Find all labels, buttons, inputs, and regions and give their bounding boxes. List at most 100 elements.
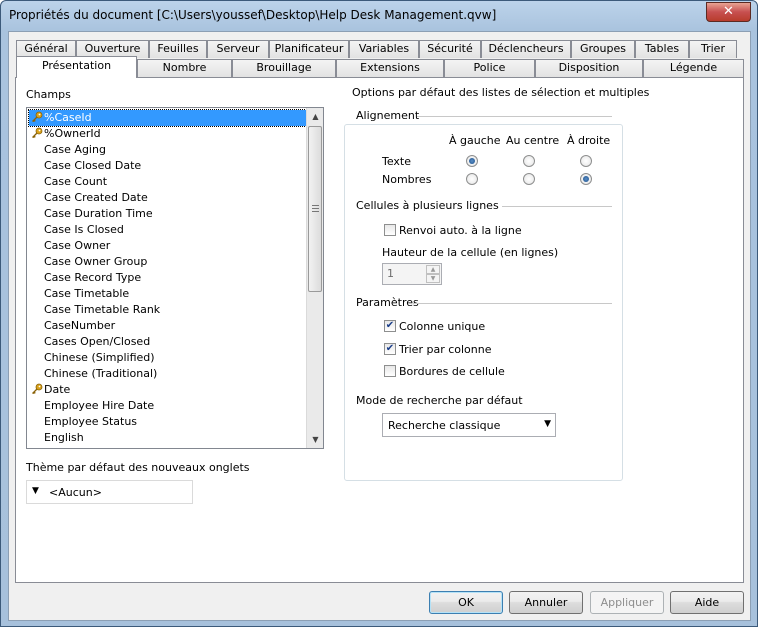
field-list-item[interactable]: Case Record Type: [29, 270, 308, 286]
tab-nombre[interactable]: Nombre: [137, 59, 232, 77]
field-list-item[interactable]: English: [29, 430, 308, 446]
field-name: Case Count: [44, 175, 108, 188]
field-name: Case Record Type: [44, 271, 142, 284]
help-button[interactable]: Aide: [670, 591, 744, 614]
field-list-item[interactable]: %OwnerId: [29, 126, 308, 142]
tab-planificateur[interactable]: Planificateur: [269, 40, 349, 58]
tab-legende[interactable]: Légende: [643, 59, 744, 77]
field-list-item[interactable]: Case Aging: [29, 142, 308, 158]
apply-button[interactable]: Appliquer: [590, 591, 664, 614]
scroll-up-icon[interactable]: ▲: [307, 108, 323, 125]
cancel-button[interactable]: Annuler: [509, 591, 583, 614]
tab-variables[interactable]: Variables: [349, 40, 419, 58]
field-list-item[interactable]: Date: [29, 382, 308, 398]
field-name: Case Duration Time: [44, 207, 153, 220]
single-column-checkbox[interactable]: ✔: [384, 320, 396, 332]
field-name: Employee Status: [44, 415, 138, 428]
close-button[interactable]: ✕: [706, 2, 751, 22]
fields-listbox[interactable]: %CaseId %OwnerId Case Aging Case Closed Dat…: [26, 107, 324, 449]
numbers-align-center-radio[interactable]: [523, 173, 535, 185]
tab-groupes[interactable]: Groupes: [571, 40, 635, 58]
text-align-left-radio[interactable]: [466, 155, 478, 167]
sort-by-column-label[interactable]: Trier par colonne: [399, 343, 492, 356]
field-list-item[interactable]: Case Owner Group: [29, 254, 308, 270]
search-mode-select[interactable]: Recherche classique ▼: [382, 413, 556, 437]
field-list-item[interactable]: French: [29, 446, 308, 448]
fields-label: Champs: [26, 88, 71, 101]
grip-icon: [312, 205, 319, 212]
tab-feuilles[interactable]: Feuilles: [149, 40, 207, 58]
cell-height-value: 1: [387, 267, 394, 280]
key-icon: [32, 383, 43, 395]
text-row-label: Texte: [382, 155, 412, 168]
field-list-item[interactable]: Case Timetable Rank: [29, 302, 308, 318]
field-name: English: [44, 431, 84, 444]
field-list-item[interactable]: %CaseId: [28, 109, 309, 127]
multiline-divider: [502, 206, 612, 207]
text-align-center-radio[interactable]: [523, 155, 535, 167]
sort-by-column-checkbox[interactable]: ✔: [384, 343, 396, 355]
cell-height-label: Hauteur de la cellule (en lignes): [382, 246, 559, 259]
numbers-align-right-radio[interactable]: [580, 173, 592, 185]
alignment-title: Alignement: [356, 109, 420, 122]
scroll-down-icon[interactable]: ▼: [307, 431, 323, 448]
key-icon: [32, 127, 43, 139]
field-name: Employee Hire Date: [44, 399, 155, 412]
field-name: Case Owner Group: [44, 255, 148, 268]
field-list-item[interactable]: Employee Hire Date: [29, 398, 308, 414]
numbers-align-left-radio[interactable]: [466, 173, 478, 185]
tab-tables[interactable]: Tables: [635, 40, 689, 58]
fields-scrollbar[interactable]: ▲ ▼: [306, 108, 323, 448]
field-list-item[interactable]: Case Closed Date: [29, 158, 308, 174]
tab-brouillage[interactable]: Brouillage: [232, 59, 336, 77]
numbers-row-label: Nombres: [382, 173, 432, 186]
tab-trier[interactable]: Trier: [689, 40, 737, 58]
tab-presentation[interactable]: Présentation: [16, 56, 137, 78]
window-title: Propriétés du document [C:\Users\youssef…: [9, 8, 497, 22]
search-mode-value: Recherche classique: [388, 419, 501, 432]
wrap-checkbox[interactable]: [384, 224, 396, 236]
cell-borders-checkbox[interactable]: [384, 365, 396, 377]
alignment-divider: [417, 116, 612, 117]
field-list-item[interactable]: Case Owner: [29, 238, 308, 254]
key-icon: [32, 111, 43, 123]
field-list-item[interactable]: Case Timetable: [29, 286, 308, 302]
field-list-item[interactable]: Cases Open/Closed: [29, 334, 308, 350]
field-name: Case Closed Date: [44, 159, 142, 172]
field-list-item[interactable]: Case Is Closed: [29, 222, 308, 238]
spin-up-icon[interactable]: ▲: [426, 265, 440, 274]
field-name: Chinese (Traditional): [44, 367, 158, 380]
field-name: French: [44, 447, 81, 448]
text-align-right-radio[interactable]: [580, 155, 592, 167]
presentation-panel: Champs %CaseId %OwnerId Case Aging Case Clo…: [15, 77, 744, 583]
field-name: Case Timetable Rank: [44, 303, 161, 316]
tab-police[interactable]: Police: [444, 59, 535, 77]
tab-disposition[interactable]: Disposition: [535, 59, 643, 77]
cell-borders-label[interactable]: Bordures de cellule: [399, 365, 505, 378]
cell-height-stepper[interactable]: 1 ▲ ▼: [382, 263, 442, 285]
tab-securite[interactable]: Sécurité: [419, 40, 481, 58]
ok-button[interactable]: OK: [429, 591, 503, 614]
title-bar[interactable]: Propriétés du document [C:\Users\youssef…: [1, 1, 757, 31]
field-name: Cases Open/Closed: [44, 335, 151, 348]
field-name: CaseNumber: [44, 319, 116, 332]
field-list-item[interactable]: Case Created Date: [29, 190, 308, 206]
wrap-label[interactable]: Renvoi auto. à la ligne: [399, 224, 522, 237]
params-title: Paramètres: [356, 296, 419, 309]
spin-down-icon[interactable]: ▼: [426, 274, 440, 283]
field-name: %CaseId: [44, 111, 92, 124]
single-column-label[interactable]: Colonne unique: [399, 320, 485, 333]
field-list-item[interactable]: Employee Status: [29, 414, 308, 430]
field-list-item[interactable]: Case Duration Time: [29, 206, 308, 222]
scroll-thumb[interactable]: [308, 126, 322, 292]
field-list-item[interactable]: Case Count: [29, 174, 308, 190]
field-list-item[interactable]: Chinese (Simplified): [29, 350, 308, 366]
tab-declencheurs[interactable]: Déclencheurs: [481, 40, 571, 58]
tab-serveur[interactable]: Serveur: [207, 40, 269, 58]
align-center-header: Au centre: [506, 134, 560, 147]
tab-extensions[interactable]: Extensions: [336, 59, 444, 77]
options-group-title: Options par défaut des listes de sélecti…: [349, 86, 653, 99]
field-list-item[interactable]: CaseNumber: [29, 318, 308, 334]
default-theme-select[interactable]: ▼ <Aucun>: [26, 480, 193, 504]
field-list-item[interactable]: Chinese (Traditional): [29, 366, 308, 382]
